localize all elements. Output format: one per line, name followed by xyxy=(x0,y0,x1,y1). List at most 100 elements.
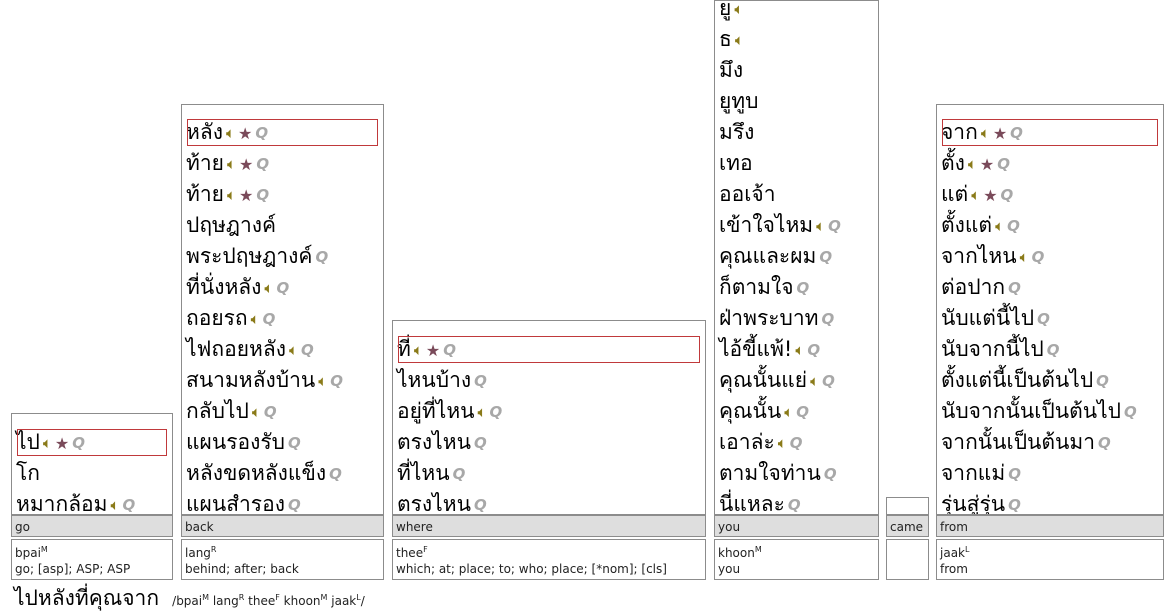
lookup-icon[interactable]: Q xyxy=(1098,428,1111,459)
candidate-item[interactable]: ตรงไหน Q xyxy=(393,427,705,458)
speaker-icon[interactable]: 🔈︎ xyxy=(981,118,990,149)
lookup-icon[interactable]: Q xyxy=(797,273,810,304)
candidate-item[interactable]: แต่ 🔈︎ ★ Q xyxy=(937,179,1163,210)
candidate-item[interactable]: ยูทูบ xyxy=(715,86,878,117)
speaker-icon[interactable]: 🔈︎ xyxy=(264,273,273,304)
lookup-icon[interactable]: Q xyxy=(72,428,85,459)
lookup-icon[interactable]: Q xyxy=(123,490,136,515)
candidate-item[interactable]: ท้าย 🔈︎ ★ Q xyxy=(182,179,383,210)
speaker-icon[interactable]: 🔈︎ xyxy=(1020,242,1029,273)
speaker-icon[interactable]: 🔈︎ xyxy=(784,397,793,428)
candidate-item[interactable]: ธ 🔈︎ xyxy=(715,24,878,55)
candidate-item[interactable]: ไหนบ้าง Q xyxy=(393,365,705,396)
lookup-icon[interactable]: Q xyxy=(790,428,803,459)
candidate-list[interactable] xyxy=(886,497,929,515)
speaker-icon[interactable]: 🔈︎ xyxy=(478,397,487,428)
lookup-icon[interactable]: Q xyxy=(255,118,268,149)
lookup-icon[interactable]: Q xyxy=(819,242,832,273)
speaker-icon[interactable]: 🔈︎ xyxy=(795,335,804,366)
speaker-icon[interactable]: 🔈︎ xyxy=(778,428,787,459)
candidate-item[interactable]: ตั้งแต่นี้เป็นต้นไป Q xyxy=(937,365,1163,396)
star-icon[interactable]: ★ xyxy=(239,149,253,180)
speaker-icon[interactable]: 🔈︎ xyxy=(43,428,52,459)
candidate-item[interactable]: ถอยรถ 🔈︎ Q xyxy=(182,303,383,334)
speaker-icon[interactable]: 🔈︎ xyxy=(810,366,819,397)
candidate-list[interactable]: หลัง 🔈︎ ★ Q ท้าย 🔈︎ ★ Q ท้าย 🔈︎ ★ Q ปฤษฎางค์ พระปฤษฎา… xyxy=(181,104,384,515)
candidate-item[interactable]: คุณนั้นแย่ 🔈︎ Q xyxy=(715,365,878,396)
candidate-list[interactable]: ที่ 🔈︎ ★ Q ไหนบ้าง Q อยู่ที่ไหน 🔈︎ Q ตรงไหน Q ที่ไห… xyxy=(392,320,706,515)
candidate-item[interactable]: ยู 🔈︎ xyxy=(715,1,878,24)
candidate-item[interactable]: คุณนั้น 🔈︎ Q xyxy=(715,396,878,427)
candidate-item[interactable]: เอาล่ะ 🔈︎ Q xyxy=(715,427,878,458)
selected-candidate[interactable]: จาก 🔈︎ ★ Q xyxy=(940,117,1160,148)
lookup-icon[interactable]: Q xyxy=(822,366,835,397)
lookup-icon[interactable]: Q xyxy=(1001,180,1014,211)
speaker-icon[interactable]: 🔈︎ xyxy=(289,335,298,366)
selected-candidate[interactable]: หลัง 🔈︎ ★ Q xyxy=(185,117,380,148)
candidate-item[interactable]: เทอ xyxy=(715,148,878,179)
candidate-list[interactable]: ยู 🔈︎ ธ 🔈︎ มึง ยูทูบ มรึง เทอ ออเจ้า เข้าใจไหม 🔈︎ Q… xyxy=(714,0,879,515)
candidate-item[interactable]: หลังขดหลังแข็ง Q xyxy=(182,458,383,489)
star-icon[interactable]: ★ xyxy=(983,180,997,211)
speaker-icon[interactable]: 🔈︎ xyxy=(227,180,236,211)
lookup-icon[interactable]: Q xyxy=(1096,366,1109,397)
candidate-item[interactable]: คุณและผม Q xyxy=(715,241,878,272)
lookup-icon[interactable]: Q xyxy=(1008,490,1021,515)
lookup-icon[interactable]: Q xyxy=(1010,118,1023,149)
lookup-icon[interactable]: Q xyxy=(330,366,343,397)
lookup-icon[interactable]: Q xyxy=(997,149,1010,180)
candidate-item[interactable]: พระปฤษฎางค์ Q xyxy=(182,241,383,272)
candidate-item[interactable]: มึง xyxy=(715,55,878,86)
candidate-item[interactable]: นับจากนั้นเป็นต้นไป Q xyxy=(937,396,1163,427)
lookup-icon[interactable]: Q xyxy=(264,397,277,428)
speaker-icon[interactable]: 🔈︎ xyxy=(111,490,120,515)
candidate-item[interactable]: รุ่นสู่รุ่น Q xyxy=(937,489,1163,515)
candidate-item[interactable]: สนามหลังบ้าน 🔈︎ Q xyxy=(182,365,383,396)
speaker-icon[interactable]: 🔈︎ xyxy=(252,397,261,428)
speaker-icon[interactable]: 🔈︎ xyxy=(995,211,1004,242)
candidate-item[interactable]: มรึง xyxy=(715,117,878,148)
lookup-icon[interactable]: Q xyxy=(474,366,487,397)
speaker-icon[interactable]: 🔈︎ xyxy=(251,304,260,335)
candidate-item[interactable]: อยู่ที่ไหน 🔈︎ Q xyxy=(393,396,705,427)
speaker-icon[interactable]: 🔈︎ xyxy=(227,149,236,180)
lookup-icon[interactable]: Q xyxy=(474,490,487,515)
candidate-item[interactable]: จากไหน 🔈︎ Q xyxy=(937,241,1163,272)
lookup-icon[interactable]: Q xyxy=(263,304,276,335)
candidate-item[interactable]: จากนั้นเป็นต้นมา Q xyxy=(937,427,1163,458)
speaker-icon[interactable]: 🔈︎ xyxy=(414,335,423,366)
lookup-icon[interactable]: Q xyxy=(821,304,834,335)
lookup-icon[interactable]: Q xyxy=(1007,211,1020,242)
lookup-icon[interactable]: Q xyxy=(301,335,314,366)
lookup-icon[interactable]: Q xyxy=(453,459,466,490)
candidate-item[interactable]: นับแต่นี้ไป Q xyxy=(937,303,1163,334)
candidate-item[interactable]: เข้าใจไหม 🔈︎ Q xyxy=(715,210,878,241)
star-icon[interactable]: ★ xyxy=(426,335,440,366)
candidate-list[interactable]: ไป 🔈︎ ★ Q โก หมากล้อม 🔈︎ Q xyxy=(11,413,173,515)
column-header[interactable]: came xyxy=(886,515,929,537)
candidate-item[interactable]: ไอ้ขี้แพ้! 🔈︎ Q xyxy=(715,334,878,365)
thai-sentence[interactable]: ไปหลังที่คุณจาก xyxy=(14,586,159,610)
column-header[interactable]: back xyxy=(181,515,384,537)
speaker-icon[interactable]: 🔈︎ xyxy=(318,366,327,397)
column-header[interactable]: you xyxy=(714,515,879,537)
lookup-icon[interactable]: Q xyxy=(796,397,809,428)
speaker-icon[interactable]: 🔈︎ xyxy=(816,211,825,242)
lookup-icon[interactable]: Q xyxy=(474,428,487,459)
candidate-item[interactable]: แผนสำรอง Q xyxy=(182,489,383,515)
selected-candidate[interactable]: ไป 🔈︎ ★ Q xyxy=(15,427,169,458)
speaker-icon[interactable]: 🔈︎ xyxy=(971,180,980,211)
lookup-icon[interactable]: Q xyxy=(288,490,301,515)
star-icon[interactable]: ★ xyxy=(238,118,252,149)
lookup-icon[interactable]: Q xyxy=(1037,304,1050,335)
star-icon[interactable]: ★ xyxy=(980,149,994,180)
column-header[interactable]: from xyxy=(936,515,1164,537)
candidate-item[interactable]: ตั้งแต่ 🔈︎ Q xyxy=(937,210,1163,241)
candidate-item[interactable]: ที่นั่งหลัง 🔈︎ Q xyxy=(182,272,383,303)
candidate-item[interactable]: นับจากนี้ไป Q xyxy=(937,334,1163,365)
candidate-item[interactable]: ตั้ง 🔈︎ ★ Q xyxy=(937,148,1163,179)
lookup-icon[interactable]: Q xyxy=(256,149,269,180)
lookup-icon[interactable]: Q xyxy=(1032,242,1045,273)
candidate-item[interactable]: หมากล้อม 🔈︎ Q xyxy=(12,489,172,515)
star-icon[interactable]: ★ xyxy=(993,118,1007,149)
